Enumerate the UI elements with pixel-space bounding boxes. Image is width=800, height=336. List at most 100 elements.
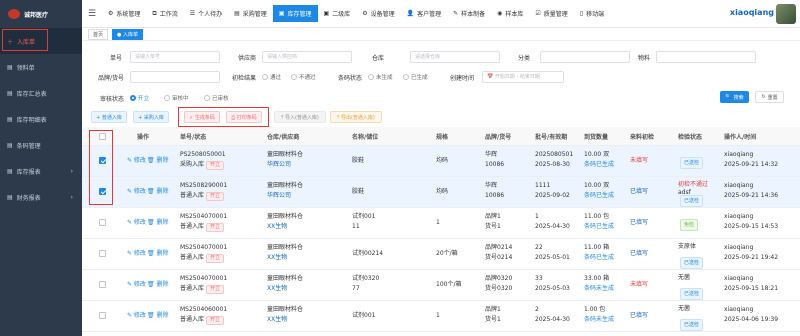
list-icon: ☰ xyxy=(189,10,196,17)
edit-button[interactable]: ✎ 修改 xyxy=(127,250,146,258)
tag-active[interactable]: ● 入库单 xyxy=(112,28,143,40)
sidebar-item-3[interactable]: ▤ 库存明细表 xyxy=(0,106,82,132)
new-inbound-button[interactable]: + 普通入库 xyxy=(91,111,127,123)
category-input[interactable] xyxy=(540,51,630,63)
barcode-status[interactable]: 条码已生成 xyxy=(584,223,614,231)
export-button[interactable]: ⤒ 导出(普通入库) xyxy=(330,111,382,123)
print-barcode-button[interactable]: ⎙ 打印条码 xyxy=(226,111,262,123)
inspect-result[interactable]: 已填写 xyxy=(630,219,648,227)
nav-item-2[interactable]: ☰ 个人待办 xyxy=(184,5,228,22)
row-checkbox[interactable] xyxy=(99,157,106,164)
inspect-result[interactable]: 已填写 xyxy=(630,250,648,258)
nav-item-11[interactable]: ▯ 移动端 xyxy=(574,5,610,22)
supplier: XX生物 xyxy=(267,316,288,323)
table-row[interactable]: ✎ 修改 🗑 删除 MS2504070001 普通入库 开立 童田眼材料仓 XX生物 试剂00… xyxy=(82,239,800,270)
column-header: 到货数量 xyxy=(584,134,609,141)
barcode-status[interactable]: 条码已生成 xyxy=(584,254,614,262)
spec: 均码 xyxy=(436,188,449,195)
row-checkbox[interactable] xyxy=(99,281,106,288)
sidebar-item-4[interactable]: ▤ 条码管理 xyxy=(0,132,82,158)
sidebar-item-6[interactable]: ▤ 财务报表 › xyxy=(0,184,82,210)
tag-home[interactable]: 首页 xyxy=(88,28,109,40)
import-button[interactable]: ⤒ 导入(普通入库) xyxy=(274,111,326,123)
status-badge: 开立 xyxy=(206,192,225,201)
edit-button[interactable]: ✎ 修改 xyxy=(127,157,146,165)
audit-open-radio[interactable]: 开立 xyxy=(130,94,149,102)
created-range[interactable]: 📅 开始日期 - 结束日期 xyxy=(482,71,564,83)
inspect-result[interactable]: 未填写 xyxy=(630,157,648,165)
avatar[interactable] xyxy=(776,4,796,24)
nav-item-10[interactable]: ☑ 质量管理 xyxy=(529,5,573,22)
row-checkbox[interactable] xyxy=(99,188,106,195)
table-row[interactable]: ✎ 修改 🗑 删除 PS2508050001 采购入库 开立 童田眼材料仓 华辉公司 胶鞋 均码… xyxy=(82,146,800,177)
nav-item-7[interactable]: 👤 客户管理 xyxy=(401,5,448,22)
brand: 品牌0214 xyxy=(485,244,513,251)
row-checkbox[interactable] xyxy=(99,312,106,319)
menu-toggle-icon[interactable]: ☰ xyxy=(82,9,102,19)
edit-icon: ✎ xyxy=(453,10,459,17)
warehouse-select[interactable]: 请选择仓库 xyxy=(410,51,500,63)
material-input[interactable] xyxy=(656,51,756,63)
barcode-status[interactable]: 条码已生成 xyxy=(584,192,614,200)
table-row[interactable]: ✎ 修改 🗑 删除 MS2504060001 普通入库 开立 童田眼材料仓 XX生物 试剂00… xyxy=(82,301,800,332)
inspect-result[interactable]: 已填写 xyxy=(630,312,648,320)
logo-icon xyxy=(8,9,20,19)
item-code: 货号0320 xyxy=(485,285,513,292)
supplier-input[interactable]: 请输入供应商 xyxy=(262,51,352,63)
inspect-result[interactable]: 未填写 xyxy=(630,281,648,289)
edit-button[interactable]: ✎ 修改 xyxy=(127,188,146,196)
row-checkbox[interactable] xyxy=(99,250,106,257)
nav-item-0[interactable]: ⚙ 系统管理 xyxy=(102,5,146,22)
nav-item-label: 样本库 xyxy=(505,11,524,18)
table-row[interactable]: ✎ 修改 🗑 删除 MS2504070001 普通入库 开立 童田眼材料仓 XX生物 试剂00… xyxy=(82,208,800,239)
nav-item-1[interactable]: ⧉ 工作流 xyxy=(146,5,183,22)
delete-button[interactable]: 🗑 删除 xyxy=(147,250,169,258)
order-no: MS2504070001 xyxy=(180,213,228,220)
item-code: 货号1 xyxy=(485,316,501,323)
delete-button[interactable]: 🗑 删除 xyxy=(147,312,169,320)
sidebar-item-1[interactable]: ▤ 领料单 xyxy=(0,54,82,80)
reset-button[interactable]: ↻ 重置 xyxy=(755,91,784,103)
range-separator: - xyxy=(516,74,519,80)
nav-item-5[interactable]: ▣ 二级库 xyxy=(318,5,357,22)
barcode-status[interactable]: 条码已生成 xyxy=(584,161,614,169)
generate-barcode-button[interactable]: ✓ 生成条码 xyxy=(184,111,220,123)
nav-item-8[interactable]: ✎ 样本制备 xyxy=(447,5,491,22)
table-row[interactable]: ✎ 修改 🗑 删除 MS2508290001 普通入库 开立 童田眼材料仓 华辉公司 胶鞋 均码… xyxy=(82,177,800,208)
nav-item-4[interactable]: ▣ 库存管理 xyxy=(272,5,318,22)
audit-review-radio[interactable]: 审核中 xyxy=(164,94,189,102)
sidebar-item-2[interactable]: ▤ 库存汇总表 xyxy=(0,80,82,106)
nav-item-9[interactable]: ◉ 样本库 xyxy=(491,5,529,22)
delete-button[interactable]: 🗑 删除 xyxy=(147,188,169,196)
document-icon: ▤ xyxy=(7,193,13,201)
audit-done-radio[interactable]: 已审核 xyxy=(204,94,229,102)
user-name[interactable]: xiaoqiang xyxy=(730,8,774,17)
search-button[interactable]: 🔍 搜索 xyxy=(720,91,749,103)
inspect-fail-radio[interactable]: 不通过 xyxy=(291,73,316,81)
delete-button[interactable]: 🗑 删除 xyxy=(147,281,169,289)
status-badge: 开立 xyxy=(206,223,225,232)
nav-item-3[interactable]: ▤ 采购管理 xyxy=(228,5,273,22)
inspect-result[interactable]: 已填写 xyxy=(630,188,648,196)
edit-button[interactable]: ✎ 修改 xyxy=(127,312,146,320)
brand-input[interactable] xyxy=(130,71,220,83)
row-checkbox[interactable] xyxy=(99,219,106,226)
select-all-checkbox[interactable] xyxy=(99,133,106,140)
barcode-done-radio[interactable]: 已生成 xyxy=(403,73,428,81)
delete-button[interactable]: 🗑 删除 xyxy=(147,219,169,227)
sidebar-item-5[interactable]: ▤ 库存报表 › xyxy=(0,158,82,184)
barcode-status[interactable]: 条码未生成 xyxy=(584,316,614,324)
nav-item-6[interactable]: ⚙ 设备管理 xyxy=(356,5,400,22)
sidebar-item-0[interactable]: ＋入库单 xyxy=(0,28,82,54)
purchase-inbound-button[interactable]: + 采购入库 xyxy=(133,111,169,123)
code-input[interactable]: 请输入单号 xyxy=(130,51,220,63)
edit-button[interactable]: ✎ 修改 xyxy=(127,219,146,227)
inspect-pass-radio[interactable]: 通过 xyxy=(262,73,281,81)
item-name: 试剂0320 xyxy=(352,275,380,282)
edit-button[interactable]: ✎ 修改 xyxy=(127,281,146,289)
delete-button[interactable]: 🗑 删除 xyxy=(147,157,169,165)
barcode-status[interactable]: 条码未生成 xyxy=(584,285,614,293)
check-icon: ☑ xyxy=(535,10,541,17)
barcode-none-radio[interactable]: 未生成 xyxy=(368,73,393,81)
table-row[interactable]: ✎ 修改 🗑 删除 MS2504070001 普通入库 开立 童田眼材料仓 XX生物 试剂03… xyxy=(82,270,800,301)
